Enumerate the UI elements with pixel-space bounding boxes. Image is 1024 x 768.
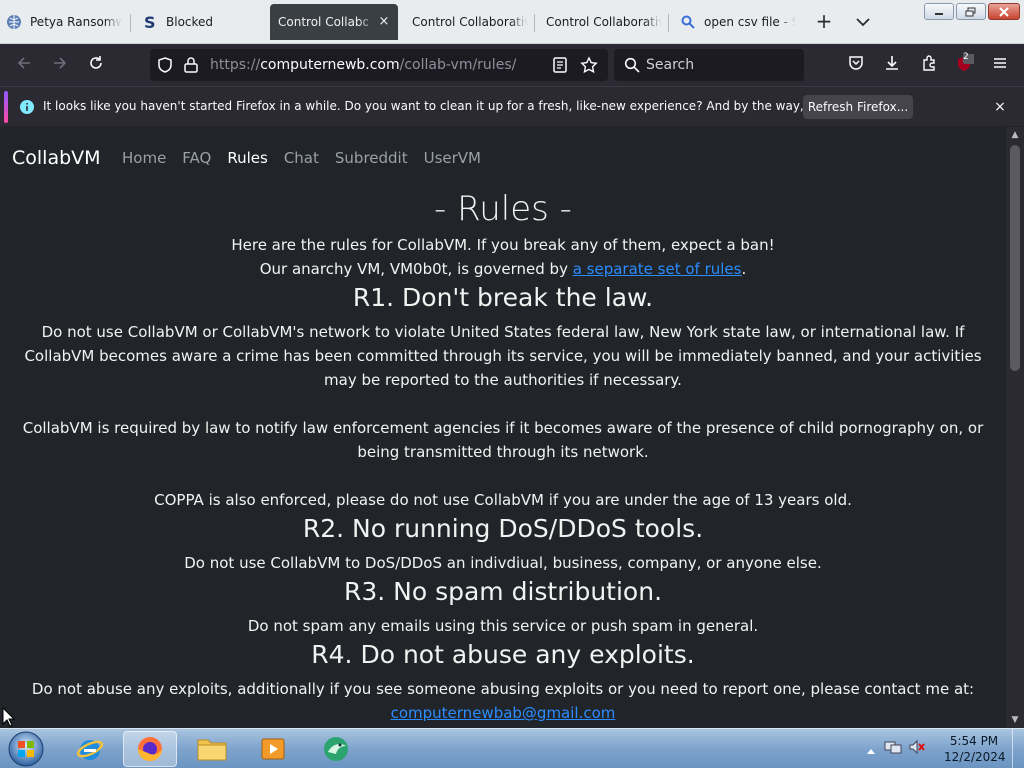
volume-muted-icon[interactable] — [908, 739, 926, 759]
rule-3-paragraph: Do not spam any emails using this servic… — [247, 617, 759, 635]
tab-blocked[interactable]: S Blocked — [142, 4, 262, 40]
tab-label: Blocked — [166, 15, 214, 29]
hamburger-menu-icon[interactable] — [989, 54, 1011, 76]
start-button-icon[interactable] — [6, 730, 46, 768]
notification-bar: It looks like you haven't started Firefo… — [0, 86, 1024, 126]
info-icon — [19, 99, 35, 119]
search-placeholder: Search — [646, 57, 695, 73]
nav-link-uservm[interactable]: UserVM — [424, 149, 481, 167]
extension-badge: 2 — [963, 52, 969, 62]
close-window-icon[interactable] — [988, 3, 1020, 20]
show-desktop-button[interactable] — [1012, 729, 1024, 768]
site-navbar: CollabVM Home FAQ Rules Chat Subreddit U… — [0, 127, 1006, 187]
address-bar[interactable]: https://computernewb.com/collab-vm/rules… — [150, 49, 608, 81]
rule-1-paragraph-3: COPPA is also enforced, please do not us… — [154, 491, 852, 509]
s-logo-icon: S — [142, 14, 158, 30]
close-notification-icon[interactable]: × — [991, 98, 1009, 116]
nav-link-chat[interactable]: Chat — [284, 149, 319, 167]
system-clock[interactable]: 5:54 PM 12/2/2024 — [944, 733, 1006, 765]
separate-rules-link[interactable]: a separate set of rules — [573, 260, 742, 278]
minimize-icon[interactable] — [924, 3, 954, 20]
window-controls — [924, 3, 1020, 20]
downloads-icon[interactable] — [881, 54, 903, 76]
rule-2-paragraph: Do not use CollabVM to DoS/DDoS an indiv… — [184, 554, 822, 572]
search-bar[interactable]: Search — [614, 49, 804, 81]
file-explorer-icon[interactable] — [185, 731, 239, 767]
scrollbar-thumb[interactable] — [1010, 145, 1020, 371]
rule-1-paragraph-1: Do not use CollabVM or CollabVM's networ… — [24, 323, 982, 389]
lock-icon[interactable] — [183, 56, 199, 78]
scroll-down-icon[interactable]: ▼ — [1006, 712, 1024, 728]
list-all-tabs-icon[interactable] — [854, 14, 872, 30]
scroll-up-icon[interactable]: ▲ — [1006, 127, 1024, 143]
new-tab-button[interactable]: + — [813, 11, 835, 33]
shield-icon[interactable] — [156, 56, 174, 78]
tab-control-collaborative-3[interactable]: Control Collaborative — [546, 4, 662, 40]
ublock-origin-icon[interactable]: 2 — [953, 52, 975, 76]
rule-1-paragraph-2: CollabVM is required by law to notify la… — [22, 419, 984, 461]
site-nav-links: Home FAQ Rules Chat Subreddit UserVM — [122, 149, 481, 167]
rules-content: - Rules - Here are the rules for CollabV… — [12, 187, 994, 725]
tab-petya[interactable]: Petya Ransomwa — [6, 4, 122, 40]
url-domain: computernewb.com — [260, 57, 400, 73]
reader-view-icon[interactable] — [552, 56, 568, 78]
rule-1-heading: R1. Don't break the law. — [352, 283, 654, 312]
forward-arrow-icon[interactable] — [49, 54, 71, 76]
tab-control-collaborative-2[interactable]: Control Collaborative — [412, 4, 528, 40]
tab-strip: Petya Ransomwa S Blocked Control Collabo… — [0, 0, 1024, 44]
url-scheme: https:// — [210, 57, 261, 73]
reload-icon[interactable] — [85, 54, 107, 76]
rule-3-heading: R3. No spam distribution. — [343, 577, 663, 606]
firefox-taskbar-icon[interactable] — [123, 731, 177, 767]
app-bird-icon[interactable] — [309, 731, 363, 767]
intro-text-1: Here are the rules for CollabVM. If you … — [231, 236, 775, 254]
nav-link-faq[interactable]: FAQ — [182, 149, 211, 167]
nav-link-rules[interactable]: Rules — [227, 149, 267, 167]
url-path: /collab-vm/rules/ — [399, 57, 517, 73]
url-text[interactable]: https://computernewb.com/collab-vm/rules… — [210, 57, 516, 73]
clock-time: 5:54 PM — [949, 734, 999, 748]
page-title: - Rules - — [434, 189, 572, 229]
media-player-icon[interactable] — [246, 731, 300, 767]
close-tab-icon[interactable]: × — [376, 14, 392, 30]
restore-icon[interactable] — [956, 3, 986, 20]
nav-link-home[interactable]: Home — [122, 149, 166, 167]
back-arrow-icon[interactable] — [13, 54, 35, 76]
intro-text-2-end: . — [741, 260, 747, 278]
notification-accent — [4, 91, 8, 123]
clock-date: 12/2/2024 — [944, 750, 1006, 764]
intro-text-2: Our anarchy VM, VM0b0t, is governed by a… — [12, 257, 994, 281]
tab-open-csv[interactable]: open csv file - Se — [680, 4, 796, 40]
rule-4-paragraph: Do not abuse any exploits, additionally … — [31, 680, 975, 698]
navigation-toolbar: https://computernewb.com/collab-vm/rules… — [0, 44, 1024, 86]
intro-text-2-start: Our anarchy VM, VM0b0t, is governed by — [259, 260, 573, 278]
svg-text:S: S — [144, 14, 156, 30]
nav-link-subreddit[interactable]: Subreddit — [335, 149, 408, 167]
internet-explorer-icon[interactable] — [63, 731, 117, 767]
contact-email-link[interactable]: computernewbab@gmail.com — [391, 704, 616, 722]
search-icon — [624, 57, 640, 77]
notification-message: It looks like you haven't started Firefo… — [43, 99, 899, 113]
globe-icon — [6, 14, 22, 30]
search-icon — [680, 14, 696, 30]
refresh-firefox-button[interactable]: Refresh Firefox... — [803, 95, 913, 119]
web-page: CollabVM Home FAQ Rules Chat Subreddit U… — [0, 127, 1006, 728]
pocket-icon[interactable] — [845, 54, 867, 76]
site-brand[interactable]: CollabVM — [12, 147, 101, 169]
show-hidden-icons-icon[interactable] — [866, 740, 876, 759]
network-icon[interactable] — [884, 739, 902, 759]
tab-control-collaborative-active[interactable]: Control Collabora × — [270, 4, 398, 40]
rule-4-heading: R4. Do not abuse any exploits. — [311, 640, 695, 669]
page-scrollbar[interactable]: ▲ ▼ — [1006, 127, 1024, 728]
mouse-cursor-icon — [2, 706, 16, 728]
system-tray — [866, 731, 926, 767]
windows-taskbar: 5:54 PM 12/2/2024 — [0, 728, 1024, 768]
rule-2-heading: R2. No running DoS/DDoS tools. — [302, 514, 704, 543]
bookmark-star-icon[interactable] — [580, 56, 598, 78]
extensions-icon[interactable] — [918, 54, 940, 76]
tab-label: Control Collabora — [278, 15, 368, 29]
